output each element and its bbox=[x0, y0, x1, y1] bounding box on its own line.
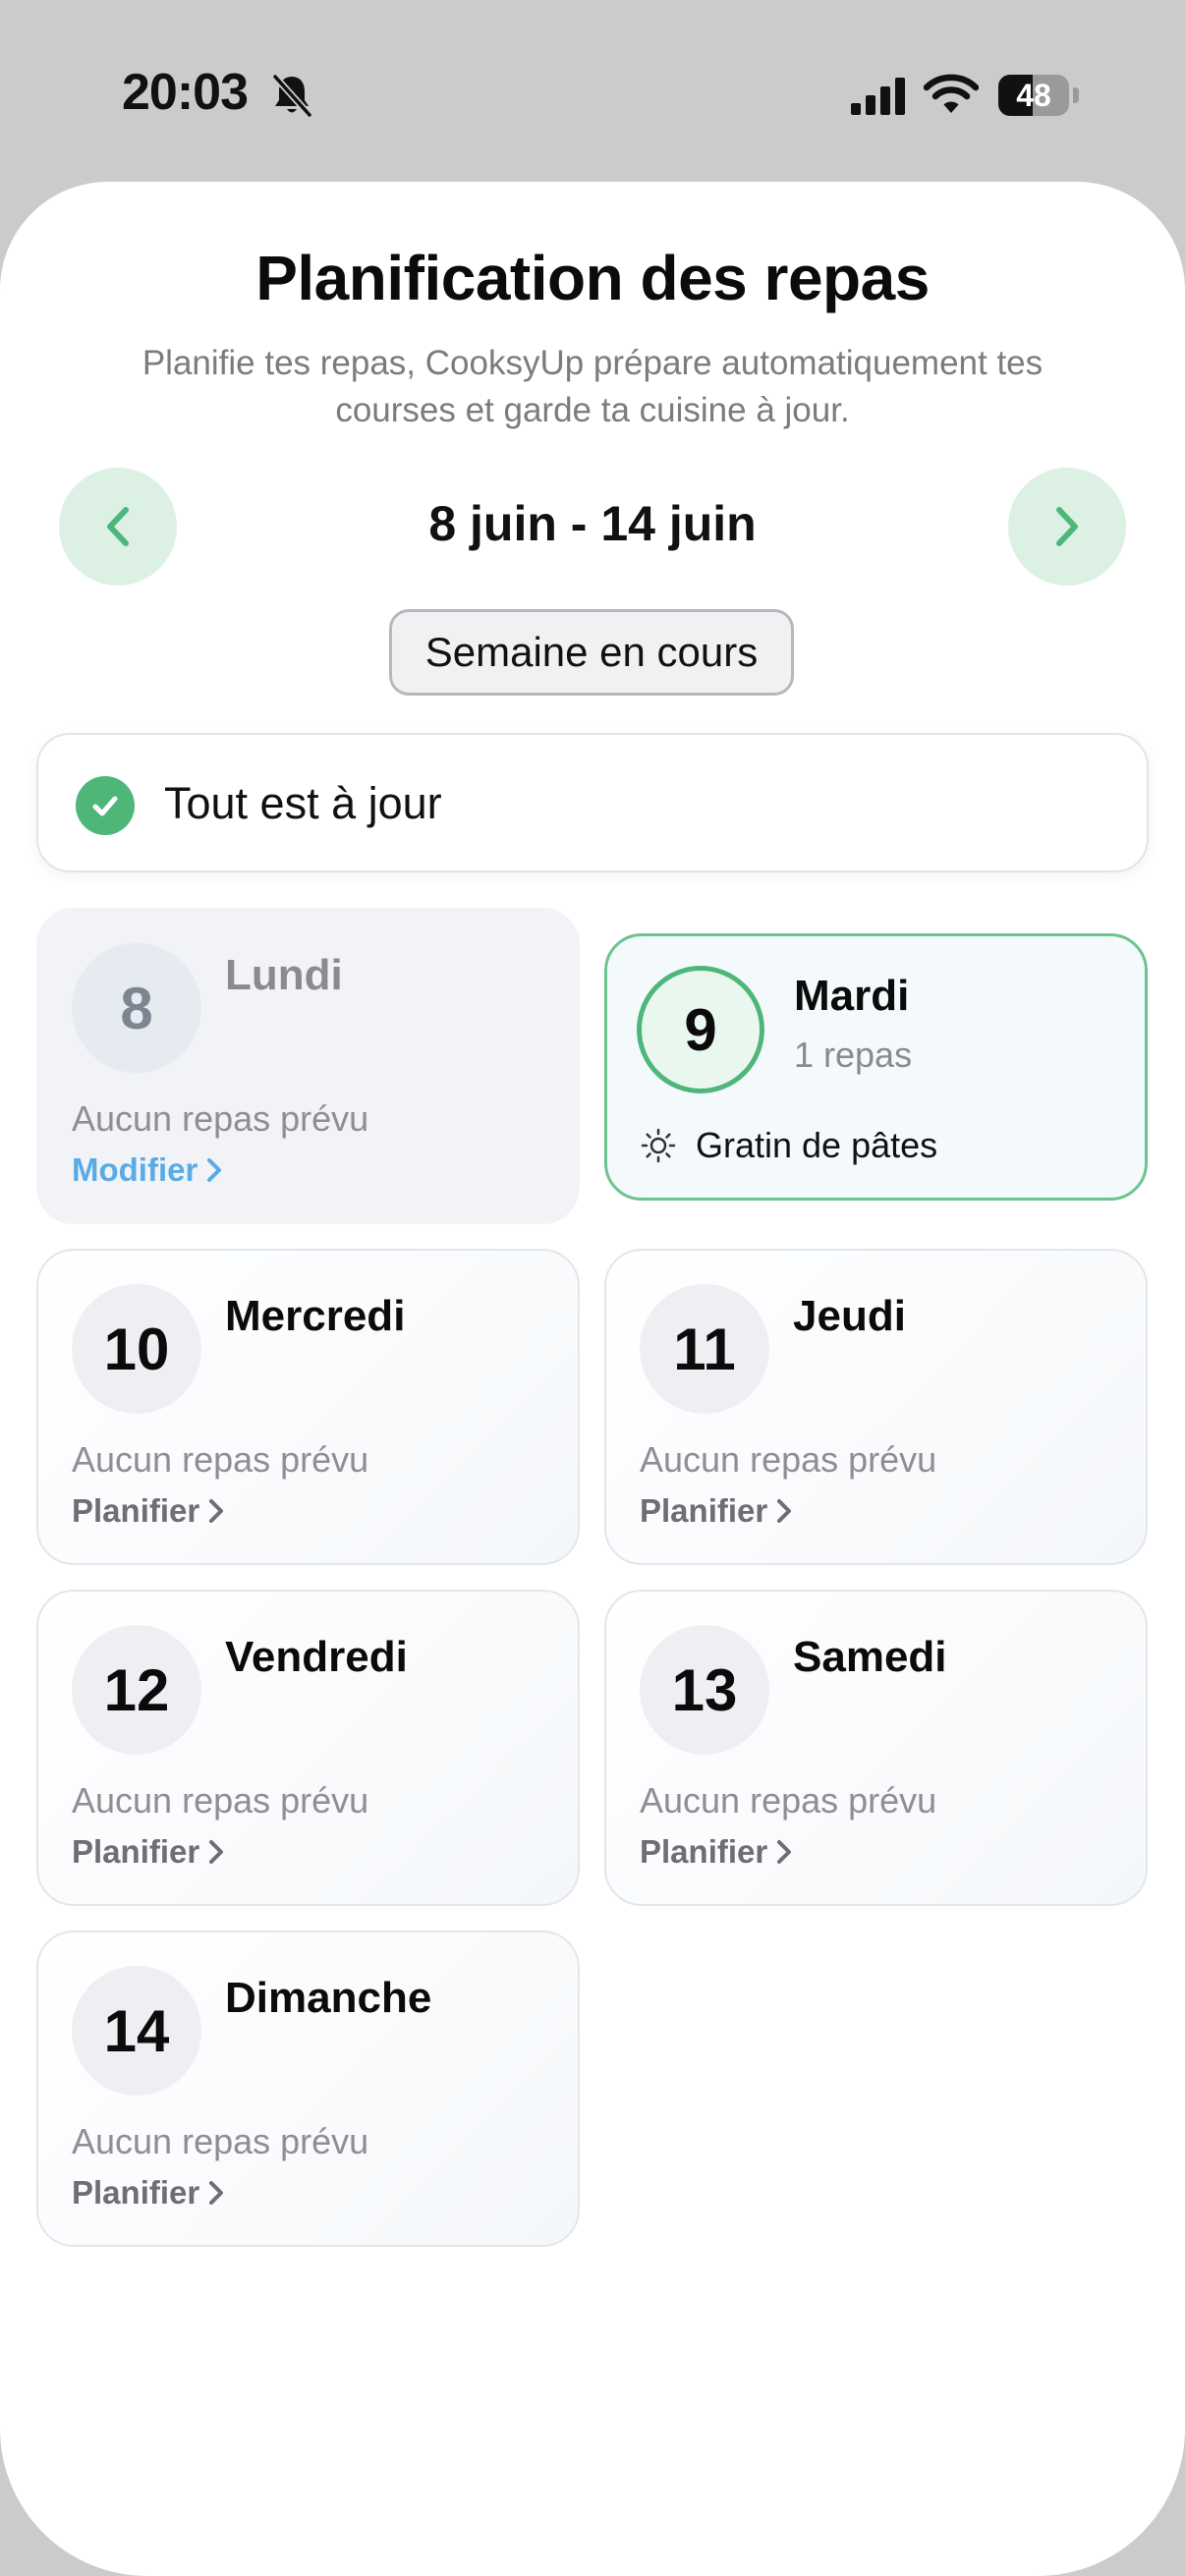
day-card-dimanche[interactable]: 14 Dimanche Aucun repas prévu Planifier bbox=[36, 1931, 580, 2247]
plan-link[interactable]: Planifier bbox=[72, 1492, 225, 1530]
day-number: 14 bbox=[72, 1966, 201, 2096]
check-circle-icon bbox=[76, 776, 135, 835]
status-time: 20:03 bbox=[122, 64, 249, 121]
no-meal-text: Aucun repas prévu bbox=[72, 1780, 369, 1820]
chevron-right-icon bbox=[777, 1840, 792, 1864]
day-card-samedi[interactable]: 13 Samedi Aucun repas prévu Planifier bbox=[604, 1590, 1148, 1906]
day-card-mercredi[interactable]: 10 Mercredi Aucun repas prévu Planifier bbox=[36, 1249, 580, 1565]
status-bar: 20:03 48 bbox=[0, 0, 1185, 187]
day-card-mardi[interactable]: 9 Mardi 1 repas Gratin de pâtes bbox=[604, 933, 1148, 1201]
day-number: 8 bbox=[72, 943, 201, 1073]
action-label: Planifier bbox=[72, 2174, 200, 2211]
action-label: Planifier bbox=[640, 1833, 768, 1870]
chevron-right-icon bbox=[209, 1499, 224, 1523]
battery-body: 48 bbox=[998, 75, 1069, 116]
day-name: Mercredi bbox=[225, 1292, 406, 1340]
battery-indicator: 48 bbox=[998, 75, 1079, 116]
meal-item[interactable]: Gratin de pâtes bbox=[641, 1125, 937, 1166]
no-meal-text: Aucun repas prévu bbox=[640, 1780, 937, 1820]
plan-link[interactable]: Planifier bbox=[640, 1833, 793, 1871]
day-name: Samedi bbox=[793, 1633, 947, 1681]
next-week-button[interactable] bbox=[1008, 468, 1126, 586]
day-name: Jeudi bbox=[793, 1292, 906, 1340]
cellular-signal-icon bbox=[851, 78, 905, 115]
no-meal-text: Aucun repas prévu bbox=[72, 1098, 369, 1139]
day-number: 12 bbox=[72, 1625, 201, 1755]
bell-slash-icon bbox=[272, 74, 312, 118]
day-name: Dimanche bbox=[225, 1974, 432, 2022]
day-name: Mardi bbox=[794, 972, 910, 1020]
day-card-jeudi[interactable]: 11 Jeudi Aucun repas prévu Planifier bbox=[604, 1249, 1148, 1565]
modify-link[interactable]: Modifier bbox=[72, 1151, 223, 1189]
sync-status-label: Tout est à jour bbox=[164, 778, 442, 828]
no-meal-text: Aucun repas prévu bbox=[72, 1439, 369, 1480]
current-week-button[interactable]: Semaine en cours bbox=[389, 609, 794, 696]
day-number: 11 bbox=[640, 1284, 769, 1414]
page-title: Planification des repas bbox=[255, 243, 930, 313]
day-number: 9 bbox=[637, 966, 764, 1093]
day-name: Lundi bbox=[225, 951, 343, 999]
chevron-right-icon bbox=[1056, 507, 1078, 546]
wifi-icon bbox=[924, 74, 979, 113]
action-label: Planifier bbox=[72, 1833, 200, 1870]
plan-link[interactable]: Planifier bbox=[640, 1492, 793, 1530]
battery-level: 48 bbox=[1016, 78, 1051, 113]
chevron-right-icon bbox=[777, 1499, 792, 1523]
day-number: 10 bbox=[72, 1284, 201, 1414]
chevron-right-icon bbox=[209, 1840, 224, 1864]
action-label: Planifier bbox=[640, 1492, 768, 1529]
day-number: 13 bbox=[640, 1625, 769, 1755]
no-meal-text: Aucun repas prévu bbox=[72, 2121, 369, 2161]
page-subtitle: Planifie tes repas, CooksyUp prépare aut… bbox=[141, 344, 1044, 429]
sync-status-card: Tout est à jour bbox=[36, 733, 1149, 872]
day-card-lundi[interactable]: 8 Lundi Aucun repas prévu Modifier bbox=[36, 908, 580, 1224]
battery-tip bbox=[1073, 87, 1079, 103]
chevron-right-icon bbox=[209, 2181, 224, 2205]
action-label: Modifier bbox=[72, 1151, 198, 1188]
day-name: Vendredi bbox=[225, 1633, 408, 1681]
meal-name: Gratin de pâtes bbox=[696, 1125, 938, 1165]
plan-link[interactable]: Planifier bbox=[72, 2174, 225, 2212]
no-meal-text: Aucun repas prévu bbox=[640, 1439, 937, 1480]
meals-count: 1 repas bbox=[794, 1035, 913, 1075]
sun-icon bbox=[641, 1128, 676, 1163]
action-label: Planifier bbox=[72, 1492, 200, 1529]
plan-link[interactable]: Planifier bbox=[72, 1833, 225, 1871]
chevron-right-icon bbox=[207, 1158, 222, 1182]
day-card-vendredi[interactable]: 12 Vendredi Aucun repas prévu Planifier bbox=[36, 1590, 580, 1906]
